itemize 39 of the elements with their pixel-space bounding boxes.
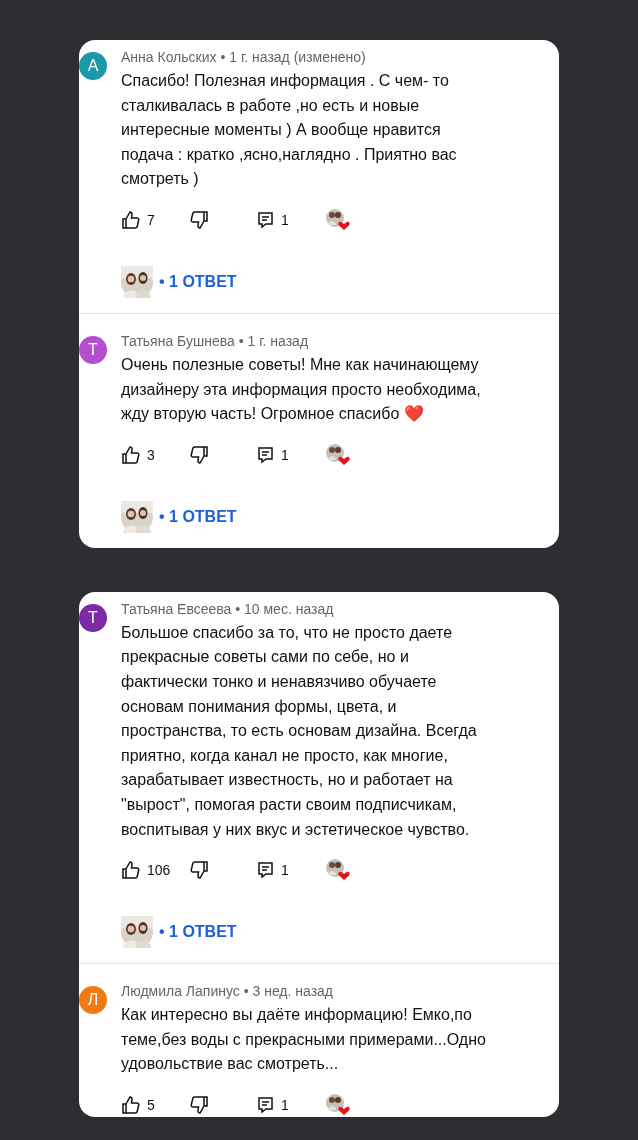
reply-button[interactable]: 1 — [257, 1095, 325, 1114]
creator-heart-icon — [325, 442, 351, 467]
avatar-letter: Т — [79, 335, 107, 364]
comment-text: Очень полезные советы! Мне как начинающему дизайнеру эта информация просто необходима, жду вторую часть! Огромное спасибо ❤ — [121, 354, 482, 425]
comment-text: Большое спасибо за то, что не просто даете прекрасные советы сами по себе, но и фактически тонко и ненавязчиво обучаете основам понимания формы, цвета, и пространства, то есть основам дизайна. Всегда приятно, когда канал не просто, как многие, зарабатывает известность, но и работает на "вырост", помогая расти своим подписчикам, воспитывая у них вкус и эстетическое чувство. — [121, 622, 478, 840]
creator-heart-icon — [325, 207, 351, 232]
comment-text: Спасибо! Полезная информация . С чем- то сталкивалась в работе ,но есть и новые интересные моменты ) А вообще нравится подача : кратко ,ясно,наглядно . Приятно вас смотреть ) — [121, 71, 458, 190]
comment-meta: Людмила Лапинус • 3 нед. назад — [121, 982, 335, 1001]
replies-link[interactable]: • 1 ОТВЕТ — [159, 507, 237, 526]
thumbs-down-icon — [189, 444, 209, 465]
thumbs-up-icon — [121, 1094, 141, 1115]
like-button[interactable]: 5 — [121, 1094, 189, 1115]
thumbs-up-icon — [121, 860, 141, 881]
thumbs-up-icon — [121, 444, 141, 465]
comment-icon — [257, 210, 275, 229]
thumbs-down-icon — [189, 860, 209, 881]
comment-meta: Анна Кольских • 1 г. назад (изменено) — [121, 48, 367, 66]
avatar-letter: Т — [79, 603, 107, 632]
comment-meta: Татьяна Бушнева • 1 г. назад — [121, 331, 310, 350]
comment-icon — [257, 861, 275, 880]
creator-heart-icon — [325, 858, 351, 883]
avatar-letter: Л — [79, 986, 107, 1015]
thumbs-up-icon — [121, 209, 141, 230]
avatar-letter: А — [79, 52, 107, 80]
comment-text: Как интересно вы даёте информацию! Емко,по теме,без воды с прекрасными примерами...Одно удовольствие вас смотреть... — [121, 1005, 487, 1075]
reply-button[interactable]: 1 — [257, 445, 325, 464]
thumbs-down-icon — [189, 1094, 209, 1115]
like-button[interactable]: 7 — [121, 209, 189, 230]
comment-icon — [257, 445, 275, 464]
like-button[interactable]: 106 — [121, 860, 189, 881]
like-button[interactable]: 3 — [121, 444, 189, 465]
replies-link[interactable]: • 1 ОТВЕТ — [159, 923, 237, 942]
reply-button[interactable]: 1 — [257, 210, 325, 229]
comment-icon — [257, 1095, 275, 1114]
creator-heart-icon — [325, 1092, 351, 1117]
comment-meta: Татьяна Евсеева • 10 мес. назад — [121, 599, 335, 618]
reply-button[interactable]: 1 — [257, 861, 325, 880]
replies-link[interactable]: • 1 ОТВЕТ — [159, 272, 237, 291]
thumbs-down-icon — [189, 209, 209, 230]
